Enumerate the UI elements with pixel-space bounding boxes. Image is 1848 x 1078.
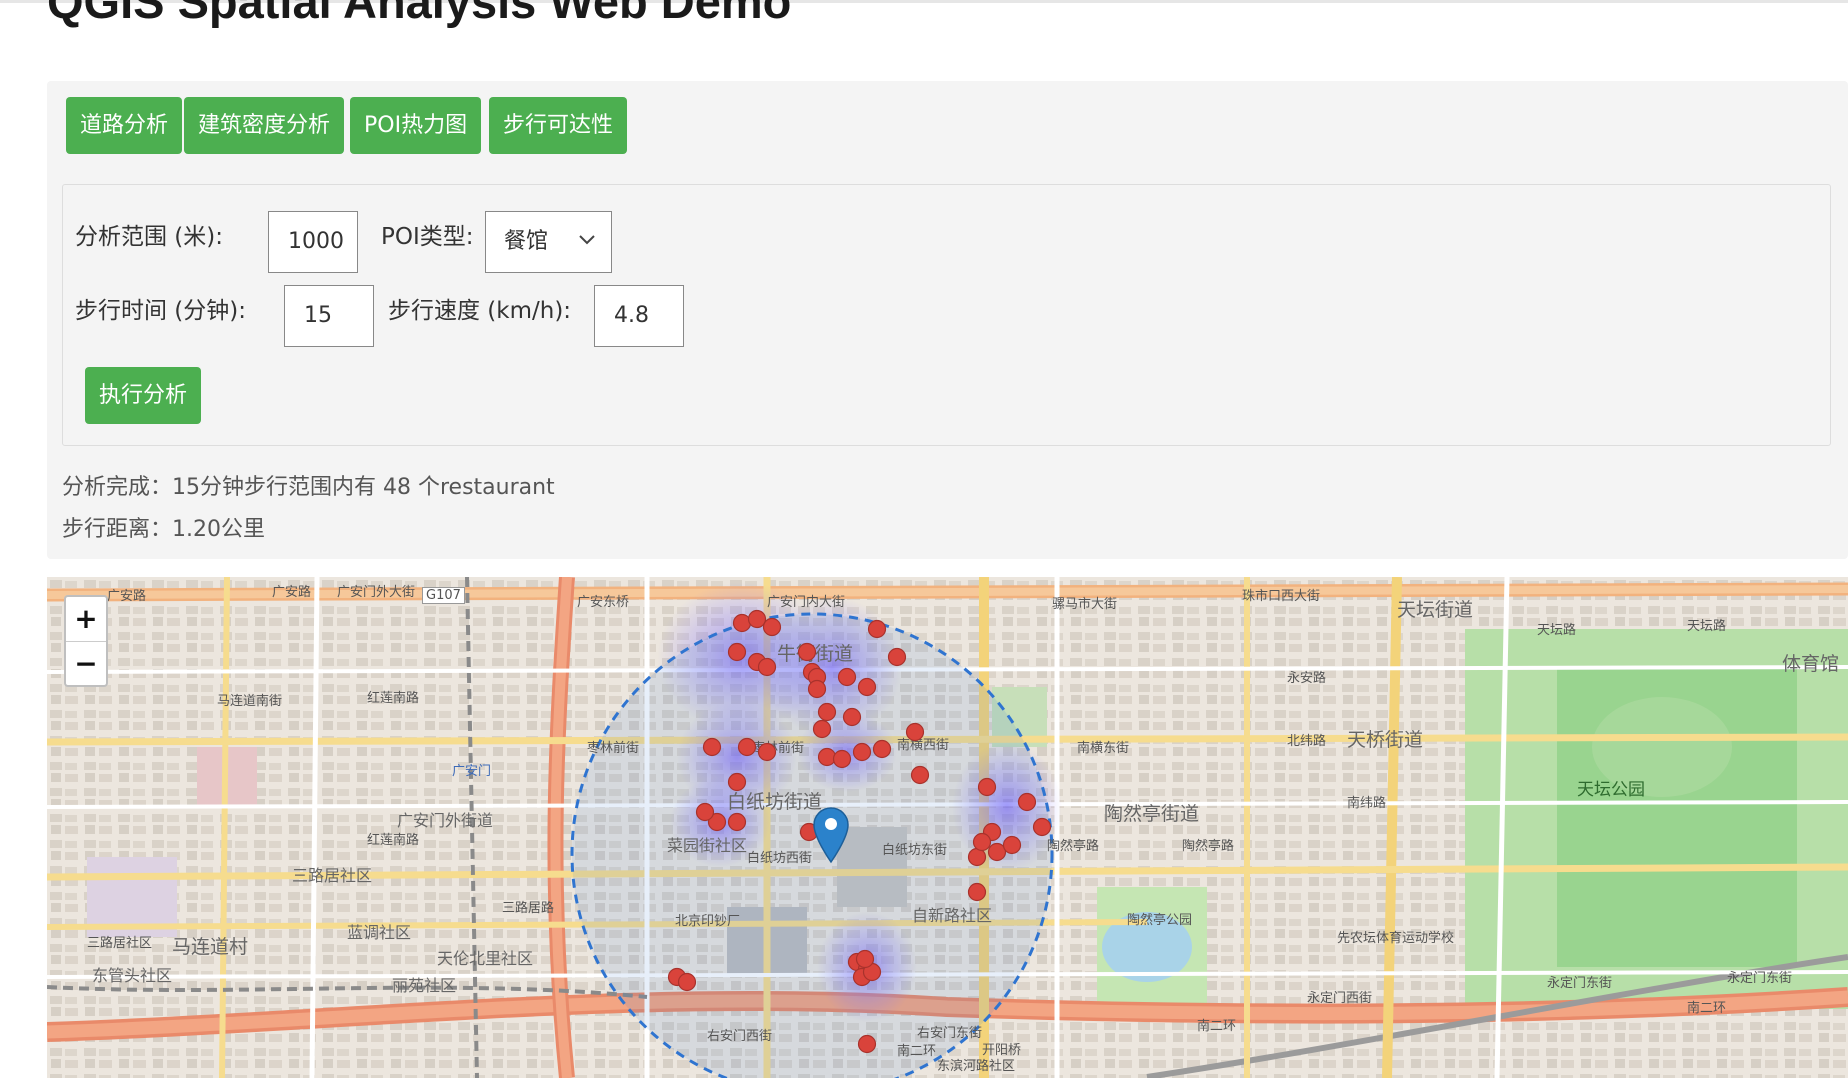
poi-marker-icon[interactable] <box>737 737 757 757</box>
poi-marker-icon[interactable] <box>855 949 875 969</box>
range-label: 分析范围 (米): <box>75 224 224 250</box>
chevron-down-icon <box>579 235 595 245</box>
poi-marker-icon[interactable] <box>817 747 837 767</box>
poi-marker-icon[interactable] <box>797 642 817 662</box>
poi-marker-icon[interactable] <box>757 742 777 762</box>
walk-time-input[interactable]: 15 <box>284 285 374 347</box>
run-analysis-button[interactable]: 执行分析 <box>85 367 202 424</box>
poi-marker-icon[interactable] <box>702 737 722 757</box>
poi-marker-icon[interactable] <box>732 613 752 633</box>
poi-marker-icon[interactable] <box>817 702 837 722</box>
result-summary: 分析完成：15分钟步行范围内有 48 个restaurant <box>62 475 555 500</box>
poi-type-select[interactable]: 餐馆 <box>485 211 612 273</box>
poi-marker-icon[interactable] <box>867 619 887 639</box>
poi-marker-icon[interactable] <box>905 722 925 742</box>
poi-marker-icon[interactable] <box>857 677 877 697</box>
building-density-button[interactable]: 建筑密度分析 <box>184 97 345 154</box>
poi-marker-icon[interactable] <box>677 972 697 992</box>
poi-marker-icon[interactable] <box>812 719 832 739</box>
poi-marker-icon[interactable] <box>727 772 747 792</box>
poi-marker-icon[interactable] <box>1017 792 1037 812</box>
poi-marker-icon[interactable] <box>852 742 872 762</box>
poi-marker-icon[interactable] <box>872 739 892 759</box>
poi-type-label: POI类型: <box>381 224 474 250</box>
poi-marker-icon[interactable] <box>1032 817 1052 837</box>
control-panel: 道路分析 建筑密度分析 POI热力图 步行可达性 分析范围 (米): 1000 … <box>47 81 1848 559</box>
poi-marker-icon[interactable] <box>747 609 767 629</box>
walk-speed-input[interactable]: 4.8 <box>594 285 684 347</box>
poi-marker-icon[interactable] <box>757 657 777 677</box>
map-view[interactable]: 广安路 广安路 广安门外大街 G107 广安东桥 广安门内大街 骡马市大街 珠市… <box>47 577 1848 1078</box>
poi-marker-icon[interactable] <box>832 749 852 769</box>
poi-marker-icon[interactable] <box>837 667 857 687</box>
poi-marker-icon[interactable] <box>1002 835 1022 855</box>
poi-marker-icon[interactable] <box>727 812 747 832</box>
poi-marker-icon[interactable] <box>842 707 862 727</box>
page-title: QGIS Spatial Analysis Web Demo <box>47 0 792 28</box>
poi-marker-icon[interactable] <box>887 647 907 667</box>
walk-time-label: 步行时间 (分钟): <box>75 298 247 324</box>
poi-marker-icon[interactable] <box>987 842 1007 862</box>
poi-marker-icon[interactable] <box>977 777 997 797</box>
walk-speed-label: 步行速度 (km/h): <box>388 298 572 324</box>
result-distance: 步行距离：1.20公里 <box>62 517 265 542</box>
map-pin-icon[interactable] <box>812 806 850 864</box>
poi-marker-icon[interactable] <box>695 802 715 822</box>
poi-marker-icon[interactable] <box>910 765 930 785</box>
poi-marker-icon[interactable] <box>762 617 782 637</box>
poi-marker-icon[interactable] <box>857 1034 877 1054</box>
poi-layer <box>667 609 1052 1054</box>
walk-accessibility-button[interactable]: 步行可达性 <box>489 97 628 154</box>
poi-marker-icon[interactable] <box>727 642 747 662</box>
analysis-form: 分析范围 (米): 1000 POI类型: 餐馆 步行时间 (分钟): 15 步… <box>62 184 1831 446</box>
poi-type-value: 餐馆 <box>504 229 549 254</box>
poi-marker-icon[interactable] <box>967 882 987 902</box>
range-input[interactable]: 1000 <box>268 211 358 273</box>
road-analysis-button[interactable]: 道路分析 <box>66 97 183 154</box>
poi-marker-icon[interactable] <box>807 679 827 699</box>
poi-heatmap-button[interactable]: POI热力图 <box>350 97 482 154</box>
poi-marker-icon[interactable] <box>972 832 992 852</box>
